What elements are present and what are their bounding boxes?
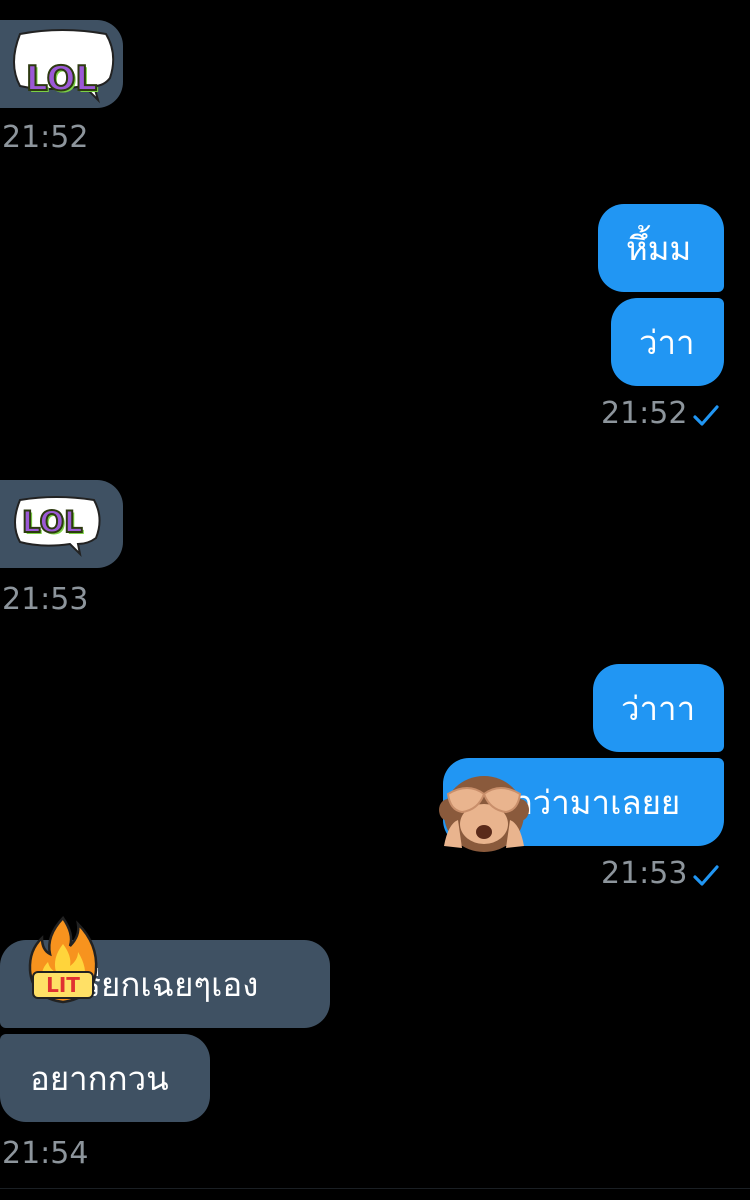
timestamp: 21:52 (601, 396, 688, 431)
message-text: หึ้มม (626, 228, 692, 268)
incoming-message-bubble[interactable]: อยากกวน (0, 1034, 210, 1122)
message-text: ว่าา (639, 322, 695, 362)
incoming-sticker-bubble[interactable]: LOL (0, 20, 123, 108)
timestamp: 21:53 (601, 856, 688, 891)
lol-sticker-text: LOL (25, 59, 98, 99)
incoming-sticker-bubble[interactable]: LOL (0, 480, 123, 568)
timestamp: 21:54 (2, 1136, 89, 1171)
lit-sticker-text: LIT (32, 971, 94, 999)
outgoing-message-bubble[interactable]: ว่าา (611, 298, 724, 386)
see-no-evil-monkey-icon (439, 776, 529, 852)
bottom-divider (0, 1188, 750, 1189)
outgoing-message-bubble[interactable]: หึ้มม (598, 204, 724, 292)
timestamp: 21:52 (2, 120, 89, 155)
message-text: อยากกวน (30, 1058, 169, 1098)
timestamp: 21:53 (2, 582, 89, 617)
message-text: ว่าาา (621, 688, 696, 728)
lol-sticker-text: LOL (21, 505, 84, 539)
outgoing-message-bubble[interactable]: ว่าาา (593, 664, 724, 752)
check-icon (693, 405, 719, 426)
check-icon (693, 865, 719, 886)
